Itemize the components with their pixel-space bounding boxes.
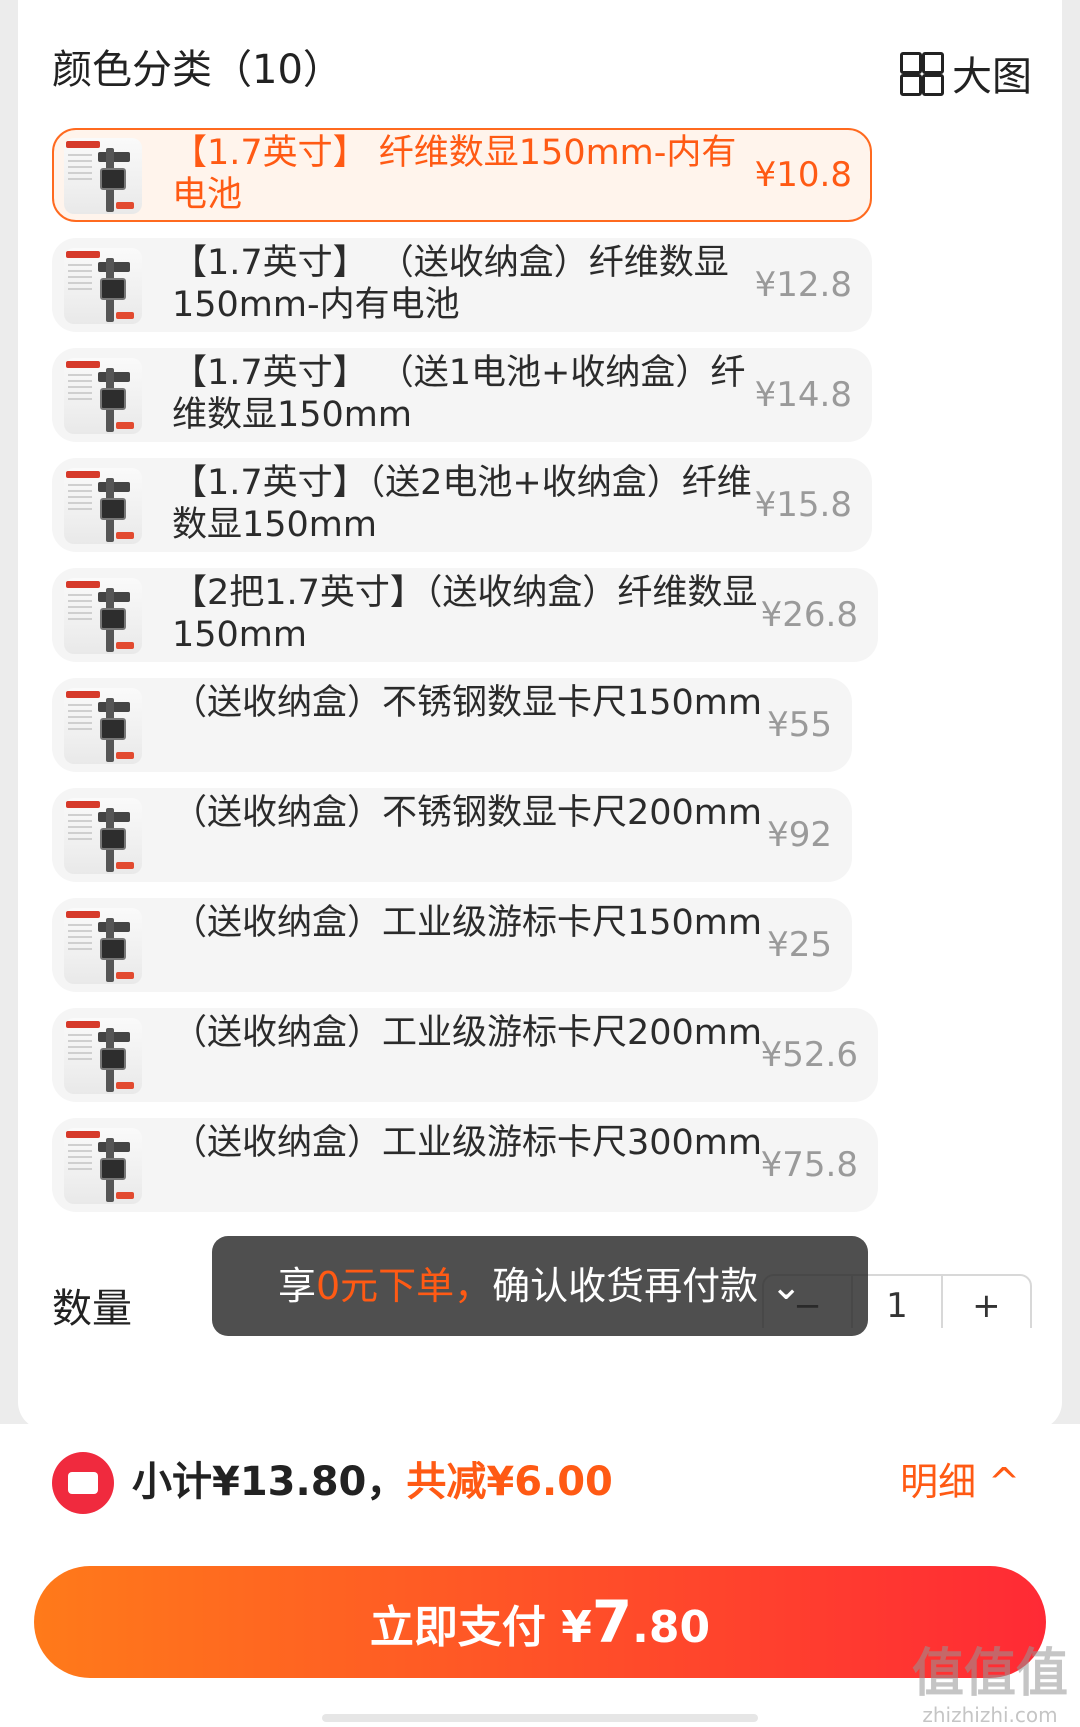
variant-thumbnail: [64, 688, 142, 764]
variant-price: ¥10.8: [754, 155, 852, 195]
watermark-logo: 值值值: [911, 1644, 1068, 1704]
variant-option[interactable]: 【1.7英寸】 纤维数显150mm-内有电池 ¥10.8: [52, 128, 872, 222]
checkout-bar: 小计¥13.80，共减¥6.00 明细 ^ 立即支付 ¥7.80 值值值 zhi…: [0, 1424, 1080, 1727]
variant-thumbnail: [64, 138, 142, 214]
variant-price: ¥12.8: [754, 265, 852, 305]
variant-thumbnail: [64, 1128, 142, 1204]
variant-price: ¥25: [767, 925, 832, 965]
promo-toast[interactable]: 享0元下单，确认收货再付款 ⌄: [212, 1236, 868, 1336]
big-view-button[interactable]: 大图: [900, 44, 1032, 102]
variant-thumbnail: [64, 358, 142, 434]
detail-toggle[interactable]: 明细 ^: [900, 1450, 1020, 1514]
increment-button[interactable]: +: [943, 1276, 1030, 1328]
variant-thumbnail: [64, 468, 142, 544]
discount-amount: 共减¥6.00: [406, 1459, 613, 1505]
variant-thumbnail: [64, 1018, 142, 1094]
grid-icon: [900, 52, 944, 96]
variant-price: ¥26.8: [760, 595, 858, 635]
variant-price: ¥75.8: [760, 1145, 858, 1185]
variant-name: （送收纳盒）工业级游标卡尺200mm: [172, 1013, 762, 1053]
variant-name: （送收纳盒）工业级游标卡尺150mm: [172, 903, 762, 943]
subtotal-text: 小计¥13.80，共减¥6.00: [132, 1450, 613, 1514]
variant-name: 【1.7英寸】 （送收纳盒）纤维数显150mm-内有电池: [172, 243, 729, 325]
variant-thumbnail: [64, 908, 142, 984]
watermark-url: zhizhizhi.com: [922, 1703, 1058, 1727]
pay-label: 立即支付 ¥: [369, 1602, 592, 1653]
big-view-label: 大图: [952, 54, 1032, 100]
pay-amount-int: 7: [591, 1588, 633, 1656]
variant-name: 【2把1.7英寸】（送收纳盒）纤维数显150mm: [172, 573, 758, 655]
variant-name: 【1.7英寸】 纤维数显150mm-内有电池: [172, 133, 737, 215]
variant-option[interactable]: 【1.7英寸】 （送收纳盒）纤维数显150mm-内有电池 ¥12.8: [52, 238, 872, 332]
variant-thumbnail: [64, 248, 142, 324]
variant-name: （送收纳盒）工业级游标卡尺300mm: [172, 1123, 762, 1163]
variant-name: 【1.7英寸】（送2电池+收纳盒）纤维数显150mm: [172, 463, 752, 545]
variant-price: ¥55: [767, 705, 832, 745]
variant-thumbnail: [64, 798, 142, 874]
pay-amount-dec: .80: [632, 1602, 711, 1653]
variant-name: （送收纳盒）不锈钢数显卡尺150mm: [172, 683, 762, 723]
variant-option[interactable]: （送收纳盒）工业级游标卡尺300mm ¥75.8: [52, 1118, 878, 1212]
subtotal-amount: 小计¥13.80，: [132, 1459, 407, 1505]
variant-name: 【1.7英寸】 （送1电池+收纳盒）纤维数显150mm: [172, 353, 746, 435]
variant-option[interactable]: （送收纳盒）工业级游标卡尺150mm ¥25: [52, 898, 852, 992]
color-category-title: 颜色分类（10）: [52, 47, 343, 93]
variant-price: ¥52.6: [760, 1035, 858, 1075]
variant-option[interactable]: 【1.7英寸】 （送1电池+收纳盒）纤维数显150mm ¥14.8: [52, 348, 872, 442]
variant-thumbnail: [64, 578, 142, 654]
home-indicator: [322, 1714, 758, 1722]
variant-option[interactable]: （送收纳盒）不锈钢数显卡尺150mm ¥55: [52, 678, 852, 772]
pay-now-button[interactable]: 立即支付 ¥7.80: [34, 1566, 1046, 1678]
variant-option[interactable]: （送收纳盒）工业级游标卡尺200mm ¥52.6: [52, 1008, 878, 1102]
variant-option[interactable]: 【1.7英寸】（送2电池+收纳盒）纤维数显150mm ¥15.8: [52, 458, 872, 552]
variant-price: ¥92: [767, 815, 832, 855]
variant-name: （送收纳盒）不锈钢数显卡尺200mm: [172, 793, 762, 833]
toast-prefix: 享: [277, 1264, 316, 1308]
sku-header: 颜色分类（10） 大图: [52, 40, 1032, 100]
toast-highlight: 0元下单，: [315, 1264, 493, 1308]
variant-price: ¥14.8: [754, 375, 852, 415]
toast-text: 确认收货再付款 ⌄: [492, 1264, 803, 1308]
variant-option[interactable]: 【2把1.7英寸】（送收纳盒）纤维数显150mm ¥26.8: [52, 568, 878, 662]
variant-option[interactable]: （送收纳盒）不锈钢数显卡尺200mm ¥92: [52, 788, 852, 882]
quantity-label: 数量: [52, 1286, 132, 1328]
site-watermark: 值值值 zhizhizhi.com: [912, 1644, 1068, 1726]
coupon-icon: [52, 1452, 114, 1514]
variant-price: ¥15.8: [754, 485, 852, 525]
